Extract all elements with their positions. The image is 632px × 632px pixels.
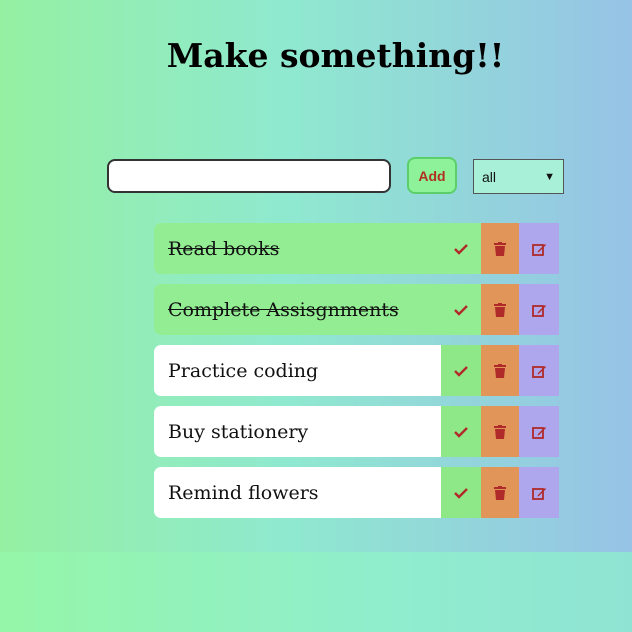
complete-button[interactable]: [441, 345, 481, 396]
delete-button[interactable]: [481, 345, 519, 396]
trash-icon: [494, 424, 506, 439]
check-icon: [454, 365, 468, 377]
todo-text: Buy stationery: [154, 406, 441, 457]
edit-button[interactable]: [519, 284, 559, 335]
check-icon: [454, 487, 468, 499]
todo-item: Remind flowers: [154, 467, 559, 518]
delete-button[interactable]: [481, 406, 519, 457]
filter-selected-value: all: [482, 168, 497, 185]
edit-icon: [531, 365, 546, 378]
edit-button[interactable]: [519, 345, 559, 396]
todo-text: Practice coding: [154, 345, 441, 396]
edit-button[interactable]: [519, 467, 559, 518]
complete-button[interactable]: [441, 223, 481, 274]
add-button[interactable]: Add: [407, 157, 457, 194]
todo-item: Read books: [154, 223, 559, 274]
delete-button[interactable]: [481, 284, 519, 335]
trash-icon: [494, 241, 506, 256]
edit-icon: [531, 304, 546, 317]
filter-select[interactable]: all ▼: [473, 159, 564, 194]
delete-button[interactable]: [481, 223, 519, 274]
complete-button[interactable]: [441, 284, 481, 335]
trash-icon: [494, 485, 506, 500]
todo-text: Read books: [154, 223, 441, 274]
todo-item: Buy stationery: [154, 406, 559, 457]
todo-text: Complete Assisgnments: [154, 284, 441, 335]
todo-item: Complete Assisgnments: [154, 284, 559, 335]
check-icon: [454, 243, 468, 255]
check-icon: [454, 426, 468, 438]
page-title: Make something!!: [166, 36, 505, 75]
todo-input[interactable]: [107, 159, 391, 193]
page-bottom-band: [0, 552, 632, 632]
complete-button[interactable]: [441, 467, 481, 518]
edit-button[interactable]: [519, 223, 559, 274]
todo-list: Read books Complete Assisgnments Practic…: [154, 223, 559, 528]
chevron-down-icon: ▼: [544, 170, 555, 183]
edit-icon: [531, 243, 546, 256]
edit-icon: [531, 487, 546, 500]
todo-text: Remind flowers: [154, 467, 441, 518]
check-icon: [454, 304, 468, 316]
edit-button[interactable]: [519, 406, 559, 457]
trash-icon: [494, 302, 506, 317]
edit-icon: [531, 426, 546, 439]
todo-item: Practice coding: [154, 345, 559, 396]
delete-button[interactable]: [481, 467, 519, 518]
trash-icon: [494, 363, 506, 378]
complete-button[interactable]: [441, 406, 481, 457]
